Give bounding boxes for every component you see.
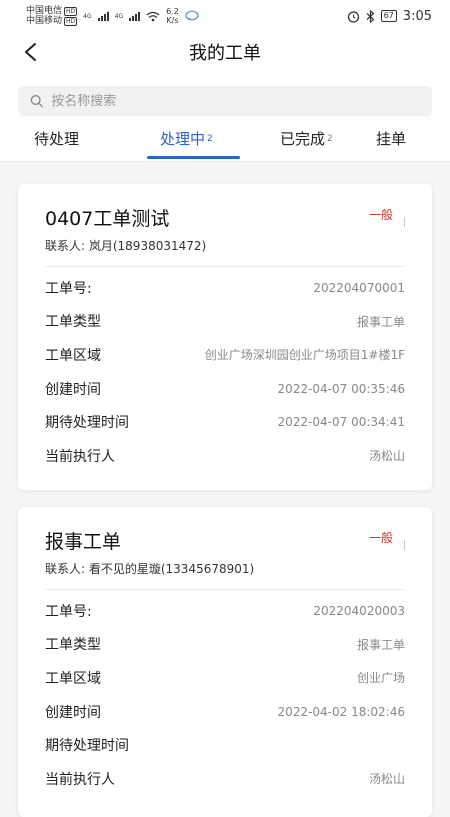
field-value: 2022-04-07 00:35:46 bbox=[277, 381, 405, 396]
network-type: 4G bbox=[83, 12, 92, 20]
contact-info: 联系人: 看不见的星璇(13345678901) bbox=[45, 562, 255, 576]
priority-marker bbox=[404, 540, 405, 550]
work-order-title: 0407工单测试 bbox=[45, 208, 170, 230]
field-order-type: 工单类型 报事工单 bbox=[45, 305, 405, 339]
field-order-number: 工单号: 202204070001 bbox=[45, 271, 405, 305]
carrier-info: 中国电信 HD 中国移动 HD bbox=[26, 6, 78, 26]
tab-label: 待处理 bbox=[34, 130, 80, 148]
wifi-icon bbox=[146, 11, 160, 21]
status-tabs: 待处理 处理中 2 已完成 2 挂单 bbox=[0, 116, 450, 162]
field-label: 工单区域 bbox=[45, 347, 101, 364]
field-label: 工单区域 bbox=[45, 670, 101, 687]
field-value: 202204070001 bbox=[313, 280, 405, 295]
tab-label: 挂单 bbox=[376, 130, 407, 148]
priority-marker bbox=[404, 217, 405, 227]
tab-label: 处理中 bbox=[160, 130, 206, 148]
field-assignee: 当前执行人 汤松山 bbox=[45, 439, 405, 473]
field-value: 汤松山 bbox=[368, 772, 405, 787]
carrier-1: 中国电信 HD bbox=[26, 6, 78, 16]
field-value: 2022-04-02 18:02:46 bbox=[277, 704, 405, 719]
card-header: 0407工单测试 一般 联系人: 岚月(18938031472) bbox=[45, 184, 405, 254]
battery-icon: 67 bbox=[380, 10, 397, 22]
field-label: 工单类型 bbox=[45, 637, 101, 654]
divider bbox=[45, 589, 405, 590]
work-order-title: 报事工单 bbox=[45, 531, 122, 553]
field-order-area: 工单区域 创业广场 bbox=[45, 661, 405, 695]
field-label: 创建时间 bbox=[45, 704, 101, 721]
carrier-1-name: 中国电信 bbox=[26, 6, 63, 16]
field-label: 创建时间 bbox=[45, 381, 101, 398]
speed-unit: K/s bbox=[166, 16, 179, 25]
hd-badge: HD bbox=[64, 16, 78, 26]
priority-badge: 一般 bbox=[368, 208, 393, 222]
field-label: 工单号: bbox=[45, 603, 92, 620]
clock: 3:05 bbox=[402, 8, 432, 24]
tab-on-hold[interactable]: 挂单 bbox=[372, 116, 406, 161]
tab-count: 2 bbox=[327, 133, 333, 144]
message-icon bbox=[185, 10, 199, 21]
field-label: 期待处理时间 bbox=[45, 415, 129, 432]
field-expected-time: 期待处理时间 bbox=[45, 728, 405, 762]
back-button[interactable] bbox=[18, 40, 42, 64]
status-bar-right: 67 3:05 bbox=[347, 9, 432, 24]
field-label: 当前执行人 bbox=[45, 771, 115, 788]
field-label: 工单号: bbox=[45, 280, 92, 297]
tab-pending[interactable]: 待处理 bbox=[18, 116, 135, 161]
field-label: 当前执行人 bbox=[45, 448, 115, 465]
field-value: 2022-04-07 00:34:41 bbox=[277, 415, 405, 430]
field-value: 汤松山 bbox=[368, 449, 405, 464]
signal-icon bbox=[129, 11, 141, 21]
hd-badge: HD bbox=[64, 6, 78, 16]
field-value: 202204020003 bbox=[313, 603, 405, 618]
tab-count: 2 bbox=[207, 133, 213, 144]
field-expected-time: 期待处理时间 2022-04-07 00:34:41 bbox=[45, 405, 405, 439]
field-created-time: 创建时间 2022-04-07 00:35:46 bbox=[45, 372, 405, 406]
network-speed: 6.2 K/s bbox=[166, 7, 179, 25]
field-value: 报事工单 bbox=[356, 637, 405, 652]
tab-processing[interactable]: 处理中 2 bbox=[135, 116, 252, 161]
priority-badge: 一般 bbox=[368, 531, 393, 545]
tab-label: 已完成 bbox=[280, 130, 326, 148]
contact-info: 联系人: 岚月(18938031472) bbox=[45, 239, 207, 253]
work-order-card[interactable]: 报事工单 一般 联系人: 看不见的星璇(13345678901) 工单号: 20… bbox=[18, 507, 432, 817]
chevron-left-icon bbox=[25, 43, 36, 61]
carrier-2: 中国移动 HD bbox=[26, 16, 78, 26]
field-value: 创业广场 bbox=[356, 671, 405, 686]
field-value: 报事工单 bbox=[356, 314, 405, 329]
field-created-time: 创建时间 2022-04-02 18:02:46 bbox=[45, 695, 405, 729]
app-header: 我的工单 bbox=[0, 32, 450, 72]
search-input[interactable] bbox=[51, 93, 420, 109]
search-icon bbox=[30, 95, 43, 108]
card-header: 报事工单 一般 联系人: 看不见的星璇(13345678901) bbox=[45, 507, 405, 577]
page-title: 我的工单 bbox=[189, 43, 261, 64]
speed-value: 6.2 bbox=[166, 7, 179, 16]
field-value: 创业广场深圳园创业广场项目1#楼1F bbox=[204, 348, 405, 363]
tab-completed[interactable]: 已完成 2 bbox=[252, 116, 372, 161]
signal-icon bbox=[97, 11, 109, 21]
bluetooth-icon bbox=[366, 9, 375, 23]
alarm-icon bbox=[347, 10, 359, 23]
field-assignee: 当前执行人 汤松山 bbox=[45, 762, 405, 796]
status-bar: 中国电信 HD 中国移动 HD 4G 4G 6.2 K/s 67 3:05 bbox=[0, 0, 450, 32]
field-order-number: 工单号: 202204020003 bbox=[45, 594, 405, 628]
status-bar-left: 中国电信 HD 中国移动 HD 4G 4G 6.2 K/s bbox=[26, 6, 199, 26]
carrier-2-name: 中国移动 bbox=[26, 16, 63, 26]
network-type: 4G bbox=[114, 12, 124, 20]
search-section bbox=[0, 72, 450, 116]
work-order-card[interactable]: 0407工单测试 一般 联系人: 岚月(18938031472) 工单号: 20… bbox=[18, 184, 432, 490]
field-order-area: 工单区域 创业广场深圳园创业广场项目1#楼1F bbox=[45, 338, 405, 372]
search-bar[interactable] bbox=[18, 86, 432, 116]
divider bbox=[45, 266, 405, 267]
field-label: 期待处理时间 bbox=[45, 738, 129, 755]
field-label: 工单类型 bbox=[45, 314, 101, 331]
field-order-type: 工单类型 报事工单 bbox=[45, 628, 405, 662]
